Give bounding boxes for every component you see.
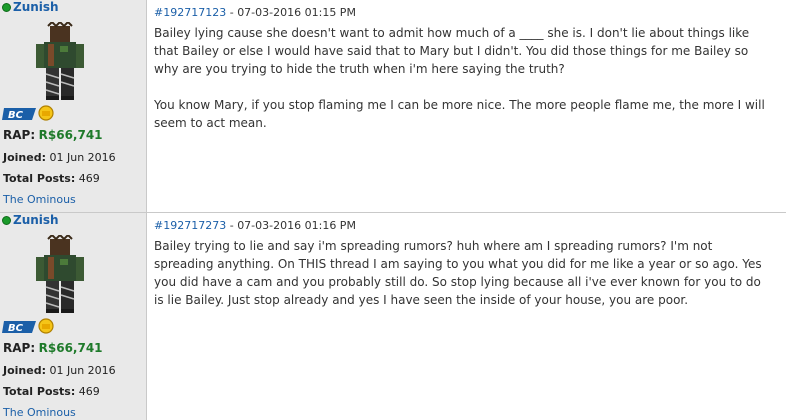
- joined-label: Joined:: [3, 151, 46, 164]
- post-header: #192717123 - 07-03-2016 01:15 PM: [154, 6, 356, 19]
- author-username-link[interactable]: Zunish: [13, 213, 59, 227]
- joined-stat: Joined: 01 Jun 2016: [3, 364, 116, 377]
- forum-post: Zunish BC RAP: R$66,741 Joined: 01 Jun 2…: [0, 0, 786, 212]
- rap-stat: RAP: R$66,741: [3, 128, 103, 142]
- badge-text: BC: [8, 110, 24, 121]
- online-status-icon: [2, 216, 11, 225]
- post-timestamp: 07-03-2016 01:16 PM: [237, 219, 356, 232]
- total-posts-stat: Total Posts: 469: [3, 385, 100, 398]
- joined-value: 01 Jun 2016: [49, 364, 116, 377]
- builders-club-badge-icon: BC: [2, 318, 54, 334]
- rap-label: RAP:: [3, 341, 36, 355]
- joined-value: 01 Jun 2016: [49, 151, 116, 164]
- avatar-icon[interactable]: [30, 235, 90, 315]
- avatar-icon[interactable]: [30, 22, 90, 102]
- post-author-sidebar: Zunish BC RAP: R$66,741 Joined: 01 Jun 2…: [0, 0, 147, 212]
- forum-post: Zunish BC RAP: R$66,741 Joined: 01 Jun 2…: [0, 213, 786, 420]
- total-posts-stat: Total Posts: 469: [3, 172, 100, 185]
- post-id-link[interactable]: #192717273: [154, 219, 226, 232]
- badge-text: BC: [8, 323, 24, 334]
- post-body: Bailey lying cause she doesn't want to a…: [154, 24, 774, 150]
- post-paragraph: Bailey lying cause she doesn't want to a…: [154, 26, 750, 76]
- post-header: #192717273 - 07-03-2016 01:16 PM: [154, 219, 356, 232]
- post-content: #192717273 - 07-03-2016 01:16 PM Bailey …: [147, 213, 786, 420]
- post-content: #192717123 - 07-03-2016 01:15 PM Bailey …: [147, 0, 786, 212]
- rap-value: R$66,741: [38, 341, 103, 355]
- post-body: Bailey trying to lie and say i'm spreadi…: [154, 237, 774, 327]
- post-timestamp: 07-03-2016 01:15 PM: [237, 6, 356, 19]
- post-id-link[interactable]: #192717123: [154, 6, 226, 19]
- joined-label: Joined:: [3, 364, 46, 377]
- forum-thread: Zunish BC RAP: R$66,741 Joined: 01 Jun 2…: [0, 0, 786, 420]
- online-status-icon: [2, 3, 11, 12]
- total-posts-label: Total Posts:: [3, 385, 76, 398]
- total-posts-value: 469: [78, 172, 100, 185]
- author-username-link[interactable]: Zunish: [13, 0, 59, 14]
- rap-label: RAP:: [3, 128, 36, 142]
- group-link[interactable]: The Ominous: [3, 193, 76, 206]
- post-paragraph: You know Mary, if you stop flaming me I …: [154, 98, 765, 130]
- total-posts-value: 469: [78, 385, 100, 398]
- group-link[interactable]: The Ominous: [3, 406, 76, 419]
- post-paragraph: Bailey trying to lie and say i'm spreadi…: [154, 239, 762, 307]
- total-posts-label: Total Posts:: [3, 172, 76, 185]
- post-author-sidebar: Zunish BC RAP: R$66,741 Joined: 01 Jun 2…: [0, 213, 147, 420]
- rap-stat: RAP: R$66,741: [3, 341, 103, 355]
- joined-stat: Joined: 01 Jun 2016: [3, 151, 116, 164]
- builders-club-badge-icon: BC: [2, 105, 54, 121]
- rap-value: R$66,741: [38, 128, 103, 142]
